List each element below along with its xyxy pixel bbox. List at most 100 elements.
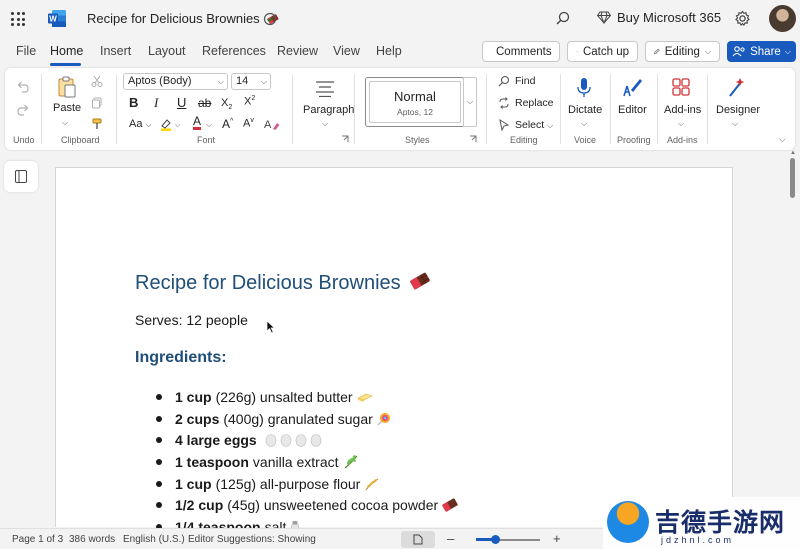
bullet-icon (156, 480, 162, 487)
editing-mode-button[interactable]: Editing ⌵ (645, 41, 720, 62)
bold-icon[interactable]: B (129, 95, 138, 110)
redo-icon[interactable] (16, 103, 30, 116)
catch-up-button[interactable]: Catch up (567, 41, 638, 62)
menu-insert[interactable]: Insert (100, 44, 131, 58)
page-count[interactable]: Page 1 of 3 (12, 534, 63, 545)
underline-icon[interactable]: U (177, 95, 186, 110)
buy-microsoft-365-button[interactable]: Buy Microsoft 365 (597, 10, 721, 25)
editor-suggestions-status[interactable]: Editor Suggestions: Showing (188, 534, 316, 545)
replace-label[interactable]: Replace (515, 97, 554, 109)
clear-formatting-icon[interactable]: A (264, 117, 280, 131)
font-size-combo[interactable]: 14 ⌵ (231, 73, 271, 90)
add-ins-label[interactable]: Add-ins (664, 104, 701, 116)
comments-button[interactable]: Comments (482, 41, 560, 62)
menu-home[interactable]: Home (50, 44, 83, 58)
replace-icon[interactable] (498, 97, 510, 109)
document-title-text: Recipe for Delicious Brownies (87, 11, 260, 26)
list-item[interactable]: 4 large eggs (135, 429, 458, 451)
format-painter-icon[interactable] (91, 118, 103, 130)
list-item[interactable]: 1/2 cup (45g) unsweetened cocoa powder (135, 494, 458, 516)
font-color-icon[interactable]: A (193, 115, 202, 130)
italic-icon[interactable]: I (154, 95, 158, 111)
chevron-down-icon[interactable]: ⌵ (678, 119, 684, 129)
paragraph-label[interactable]: Paragraph (303, 104, 354, 116)
scroll-up-icon[interactable]: ▲ (790, 150, 796, 156)
dictate-label[interactable]: Dictate (568, 104, 602, 116)
search-icon[interactable] (555, 10, 571, 26)
chevron-down-icon[interactable]: ⌵ (581, 119, 587, 129)
chevron-down-icon[interactable]: ⌵ (732, 119, 738, 129)
menu-review[interactable]: Review (277, 44, 318, 58)
shrink-font-icon[interactable]: Av (243, 117, 254, 130)
language-status[interactable]: English (U.S.) (123, 534, 185, 545)
app-launcher-icon[interactable] (11, 12, 25, 26)
editing-label: Editing (664, 45, 700, 58)
buy-label: Buy Microsoft 365 (617, 10, 722, 25)
saved-status-icon[interactable] (263, 12, 277, 26)
paste-icon[interactable] (57, 76, 77, 98)
cut-icon[interactable] (91, 75, 103, 87)
menu-file[interactable]: File (16, 44, 36, 58)
dialog-launcher-icon[interactable] (341, 135, 349, 143)
bullet-icon (156, 459, 162, 466)
find-label[interactable]: Find (515, 75, 535, 87)
change-case-icon[interactable]: Aa ⌵ (129, 118, 152, 130)
list-item[interactable]: 1 teaspoon vanilla extract (135, 451, 458, 473)
zoom-out-button[interactable]: – (447, 531, 454, 546)
list-item[interactable]: 1 cup (226g) unsalted butter (135, 386, 458, 408)
menu-references[interactable]: References (202, 44, 266, 58)
menu-help[interactable]: Help (376, 44, 402, 58)
designer-icon[interactable] (726, 76, 746, 98)
zoom-slider-thumb[interactable] (490, 535, 500, 544)
page-icon (413, 534, 423, 545)
chevron-down-icon[interactable]: ⌵ (62, 118, 68, 128)
menu-layout[interactable]: Layout (148, 44, 186, 58)
title-bar: W Recipe for Delicious Brownies Buy Micr… (0, 0, 800, 38)
undo-icon[interactable] (16, 80, 30, 93)
designer-label[interactable]: Designer (716, 104, 760, 116)
paragraph-icon[interactable] (315, 80, 335, 97)
list-item[interactable]: 2 cups (400g) granulated sugar (135, 408, 458, 430)
document-heading[interactable]: Recipe for Delicious Brownies (135, 270, 431, 295)
strikethrough-icon[interactable]: ab (198, 96, 211, 110)
font-group-label: Font (197, 135, 216, 145)
ribbon-collapse-icon[interactable]: ⌵ (779, 134, 786, 145)
avatar[interactable] (769, 5, 796, 32)
editor-icon[interactable] (621, 76, 643, 98)
word-count[interactable]: 386 words (69, 534, 115, 545)
superscript-icon[interactable]: X2 (244, 95, 255, 108)
chevron-down-icon[interactable]: ⌵ (206, 120, 212, 130)
serves-text[interactable]: Serves: 12 people (135, 312, 248, 328)
copy-icon[interactable] (91, 97, 103, 109)
select-icon[interactable] (498, 119, 510, 131)
editor-label[interactable]: Editor (618, 104, 647, 116)
ingredient-text: vanilla extract (252, 453, 339, 470)
ingredient-text: (400g) granulated sugar (223, 410, 373, 427)
list-item[interactable]: 1 cup (125g) all-purpose flour (135, 473, 458, 495)
highlight-icon[interactable]: ⌵ (160, 118, 182, 131)
vertical-scrollbar[interactable] (790, 158, 795, 198)
gear-icon[interactable] (734, 10, 751, 27)
dialog-launcher-icon[interactable] (469, 135, 477, 143)
watermark-subtext: jdzhnl.com (661, 535, 735, 545)
ingredient-amount: 1 teaspoon (175, 453, 249, 470)
zoom-in-button[interactable]: + (553, 531, 561, 546)
select-label[interactable]: Select ⌵ (515, 119, 553, 131)
ingredient-amount: 4 large eggs (175, 432, 257, 449)
print-layout-button[interactable] (401, 531, 435, 548)
style-normal-card[interactable]: Normal Aptos, 12 (365, 77, 465, 127)
font-name-combo[interactable]: Aptos (Body) ⌵ (123, 73, 228, 90)
microphone-icon[interactable] (576, 77, 592, 99)
add-ins-icon[interactable] (671, 77, 691, 97)
share-button[interactable]: Share ⌵ (727, 41, 796, 62)
styles-expand-button[interactable]: ⌵ (463, 77, 477, 127)
grow-font-icon[interactable]: A^ (222, 117, 233, 131)
chevron-down-icon: ⌵ (784, 46, 791, 56)
ingredients-heading[interactable]: Ingredients: (135, 349, 227, 367)
chevron-down-icon[interactable]: ⌵ (322, 119, 328, 129)
find-icon[interactable] (498, 75, 510, 87)
document-title[interactable]: Recipe for Delicious Brownies (87, 11, 279, 26)
menu-view[interactable]: View (333, 44, 360, 58)
paste-label[interactable]: Paste (53, 102, 81, 114)
subscript-icon[interactable]: X2 (221, 97, 232, 111)
